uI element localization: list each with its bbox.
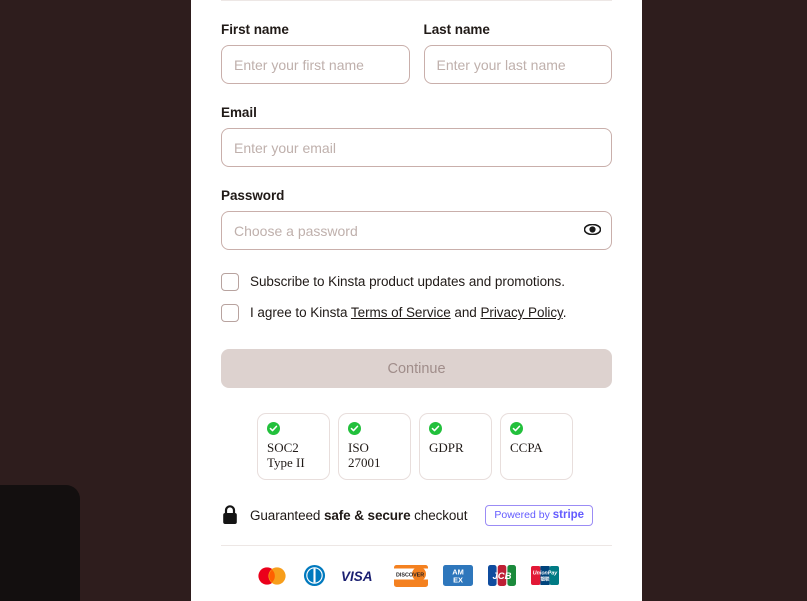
certification-badge-line1: ISO <box>348 440 369 455</box>
svg-text:JCB: JCB <box>492 571 511 582</box>
payment-card-logos: VISA DISCOVER AM EX JCB UnionPay 银联 <box>221 564 612 592</box>
check-circle-icon <box>510 422 523 435</box>
last-name-input[interactable] <box>423 45 612 84</box>
bottom-divider <box>221 545 612 546</box>
certification-badge-line2: Type II <box>267 454 305 470</box>
password-input-wrap <box>221 211 612 250</box>
svg-text:银联: 银联 <box>541 575 550 582</box>
password-input[interactable] <box>221 211 612 250</box>
certification-badge-line1: CCPA <box>510 440 543 455</box>
certification-badge-line2: 27001 <box>348 454 381 470</box>
top-divider <box>221 0 612 1</box>
last-name-field: Last name <box>423 22 612 84</box>
visa-icon: VISA <box>341 569 379 588</box>
signup-card: First name Last name Email Password <box>191 0 642 601</box>
email-input[interactable] <box>221 128 612 167</box>
svg-text:DISCOVER: DISCOVER <box>396 572 424 578</box>
eye-icon <box>583 223 601 238</box>
dark-panel-line: manual <box>0 524 66 547</box>
first-name-label: First name <box>221 22 289 37</box>
check-circle-icon <box>348 422 361 435</box>
discover-icon: DISCOVER <box>394 564 428 592</box>
certification-badge: SOC2 Type II <box>257 413 330 480</box>
stripe-badge: Powered by stripe <box>485 504 594 526</box>
certification-badge-line1: GDPR <box>429 440 464 455</box>
dark-panel-line: te. <box>0 501 66 524</box>
last-name-label: Last name <box>423 22 490 37</box>
signup-form: First name Last name Email Password <box>221 22 612 592</box>
jcb-icon: JCB <box>488 565 516 591</box>
screen-root: First name Last name Email Password <box>0 0 807 601</box>
certification-badges: SOC2 Type II ISO 27001 GDPR CCPA <box>221 413 612 480</box>
amex-icon: AM EX <box>443 565 473 591</box>
terms-checkbox-row[interactable]: I agree to Kinsta Terms of Service and P… <box>221 304 612 322</box>
password-label: Password <box>221 188 285 203</box>
stripe-badge-name: stripe <box>552 508 585 521</box>
dark-panel-bullet: · <box>0 546 66 569</box>
privacy-policy-link[interactable]: Privacy Policy <box>480 305 562 320</box>
password-field: Password <box>221 188 612 250</box>
certification-badge: CCPA <box>500 413 573 480</box>
svg-text:EX: EX <box>453 575 463 584</box>
subscribe-checkbox-label: Subscribe to Kinsta product updates and … <box>250 274 565 289</box>
toggle-password-visibility-button[interactable] <box>582 221 602 241</box>
subscribe-checkbox-row[interactable]: Subscribe to Kinsta product updates and … <box>221 273 612 291</box>
lock-icon <box>221 504 239 526</box>
check-circle-icon <box>429 422 442 435</box>
mastercard-icon <box>256 566 288 591</box>
continue-button[interactable]: Continue <box>221 349 612 388</box>
dark-info-panel: te. manual · eyond to <box>0 485 80 601</box>
stripe-badge-prefix: Powered by <box>494 508 553 521</box>
name-field-row: First name Last name <box>221 22 612 84</box>
secure-text-before: Guaranteed <box>250 507 324 523</box>
check-circle-icon <box>267 422 280 435</box>
secure-text-bold: safe & secure <box>323 507 411 523</box>
dark-panel-line: eyond to <box>0 569 66 592</box>
terms-of-service-link[interactable]: Terms of Service <box>351 305 451 320</box>
svg-text:VISA: VISA <box>341 569 373 583</box>
certification-badge-line1: SOC2 <box>267 440 299 455</box>
secure-text-after: checkout <box>410 507 468 523</box>
unionpay-icon: UnionPay 银联 <box>531 566 559 590</box>
terms-text-after: . <box>562 305 567 320</box>
terms-text-middle: and <box>450 305 481 320</box>
first-name-field: First name <box>221 22 410 84</box>
certification-badge: GDPR <box>419 413 492 480</box>
subscribe-checkbox[interactable] <box>221 273 239 291</box>
terms-checkbox-label: I agree to Kinsta Terms of Service and P… <box>250 304 567 322</box>
email-label: Email <box>221 105 257 120</box>
terms-checkbox[interactable] <box>221 304 239 322</box>
terms-text-before: I agree to Kinsta <box>250 305 351 320</box>
secure-checkout-text: Guaranteed safe & secure checkout <box>250 508 467 523</box>
diners-club-icon <box>303 564 326 592</box>
certification-badge: ISO 27001 <box>338 413 411 480</box>
email-field: Email <box>221 105 612 167</box>
secure-checkout-row: Guaranteed safe & secure checkout Powere… <box>221 504 612 526</box>
first-name-input[interactable] <box>221 45 410 84</box>
